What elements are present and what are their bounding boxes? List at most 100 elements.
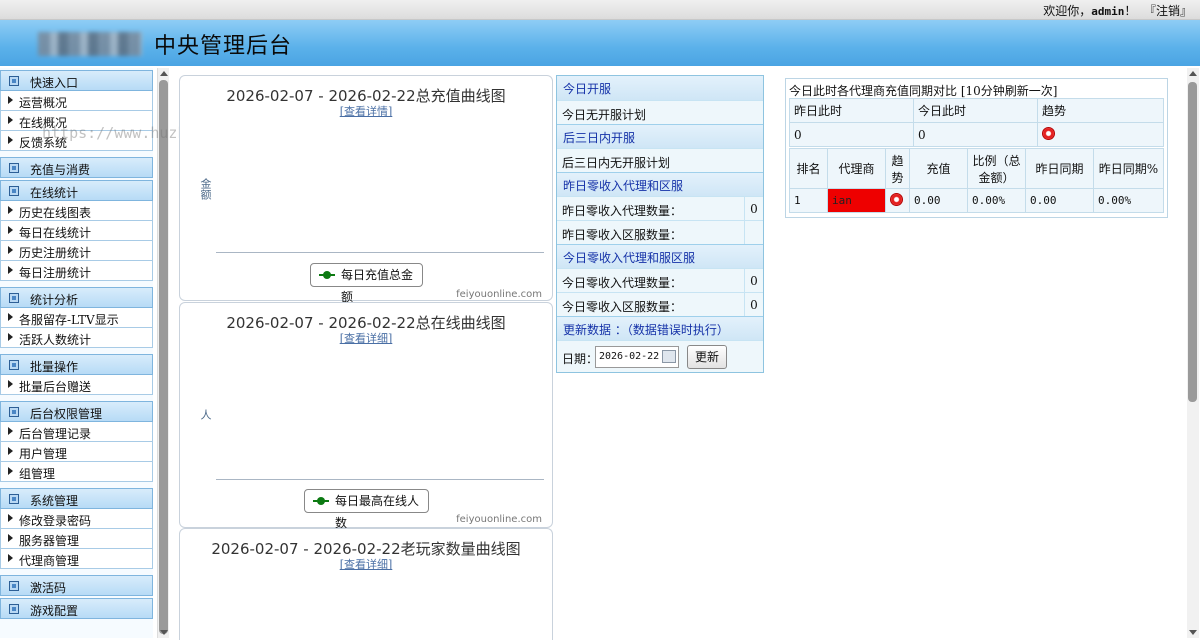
sidebar-group-batch[interactable]: 批量操作 (0, 354, 153, 375)
row-value: 0 (744, 269, 763, 292)
sidebar-group-recharge[interactable]: 充值与消费 (0, 157, 153, 178)
sidebar-group-activation-codes[interactable]: 激活码 (0, 575, 153, 596)
sidebar-item-daily-register[interactable]: 每日注册统计 (0, 261, 153, 281)
date-input[interactable]: 2026-02-22 (595, 346, 679, 368)
item-label: 反馈系统 (19, 136, 68, 150)
scroll-down-icon[interactable] (1189, 630, 1197, 635)
update-row: 日期： 2026-02-22 更新 (557, 340, 763, 372)
arrow-right-icon (8, 116, 13, 124)
column-header: 充值 (909, 148, 968, 189)
item-label: 批量后台赠送 (19, 380, 92, 394)
item-label: 活跃人数统计 (19, 333, 92, 347)
header-band: 中央管理后台 (0, 20, 1200, 66)
arrow-right-icon (8, 447, 13, 455)
today-zero-server-row: 今日零收入区服数量： 0 (557, 292, 763, 316)
summary-table: 昨日此时 今日此时 趋势 0 0 (789, 98, 1164, 147)
sidebar-group-system[interactable]: 系统管理 (0, 488, 153, 509)
column-header: 趋势 (885, 148, 910, 189)
group-label: 游戏配置 (30, 604, 79, 618)
group-label: 在线统计 (30, 186, 79, 200)
x-axis-line (216, 252, 544, 253)
arrow-right-icon (8, 266, 13, 274)
arrow-right-icon (8, 246, 13, 254)
folder-icon (9, 407, 19, 417)
view-details-link[interactable]: [查看详细] (180, 330, 552, 346)
sidebar-group-game-config[interactable]: 游戏配置 (0, 598, 153, 619)
logo (38, 32, 142, 56)
scroll-down-icon[interactable] (160, 630, 168, 635)
sidebar-item-group-management[interactable]: 组管理 (0, 462, 153, 482)
date-value: 2026-02-22 (599, 351, 660, 362)
view-details-link[interactable]: [查看详细] (180, 556, 552, 572)
item-label: 历史注册统计 (19, 246, 92, 260)
folder-icon (9, 604, 19, 614)
folder-icon (9, 293, 19, 303)
greeting: 欢迎你，admin！ 『注销』 (1043, 2, 1192, 19)
chart-legend[interactable]: 每日最高在线人数 (304, 489, 429, 530)
sidebar-group-quick[interactable]: 快速入口 (0, 70, 153, 91)
scroll-up-icon[interactable] (160, 71, 168, 76)
yesterday-zero-server-row: 昨日零收入区服数量： (557, 220, 763, 244)
sidebar-group-analysis[interactable]: 统计分析 (0, 287, 153, 308)
arrow-right-icon (8, 514, 13, 522)
main-scrollbar[interactable] (1187, 68, 1199, 638)
sidebar-item-daily-online[interactable]: 每日在线统计 (0, 221, 153, 241)
sidebar-item-agent-management[interactable]: 代理商管理 (0, 549, 153, 569)
scroll-up-icon[interactable] (1189, 71, 1197, 76)
sidebar-item-register-history[interactable]: 历史注册统计 (0, 241, 153, 261)
sidebar-item-online-history-chart[interactable]: 历史在线图表 (0, 201, 153, 221)
chart-legend[interactable]: 每日充值总金额 (310, 263, 423, 304)
x-axis-line (216, 479, 544, 480)
sidebar-item-server-management[interactable]: 服务器管理 (0, 529, 153, 549)
y-axis-label: 金额 (199, 178, 212, 200)
view-details-link[interactable]: [查看详情] (180, 103, 552, 119)
sidebar-group-online-stats[interactable]: 在线统计 (0, 180, 153, 201)
group-label: 快速入口 (30, 76, 79, 90)
sidebar-item-online-overview[interactable]: 在线概况 (0, 111, 153, 131)
three-days-header: 后三日内开服 (557, 124, 763, 148)
yesterday-zero-agent-row: 昨日零收入代理数量： 0 (557, 196, 763, 220)
sidebar-item-batch-gift[interactable]: 批量后台赠送 (0, 375, 153, 395)
today-zero-header: 今日零收入代理和服区服 (557, 244, 763, 268)
scrollbar-thumb[interactable] (1188, 82, 1197, 402)
calendar-icon[interactable] (662, 350, 676, 363)
sidebar-item-admin-log[interactable]: 后台管理记录 (0, 422, 153, 442)
summary-value: 0 (913, 122, 1038, 147)
sidebar: 快速入口 运营概况 在线概况 反馈系统 充值与消费 在线统计 历史在线图表 每日… (0, 68, 153, 638)
today-zero-agent-row: 今日零收入代理数量： 0 (557, 268, 763, 292)
arrow-right-icon (8, 313, 13, 321)
chart-credit: feiyouonline.com (456, 514, 542, 525)
scrollbar-thumb[interactable] (159, 80, 168, 634)
arrow-right-icon (8, 380, 13, 388)
sidebar-item-ops-overview[interactable]: 运营概况 (0, 91, 153, 111)
username: admin (1091, 5, 1125, 18)
arrow-right-icon (8, 206, 13, 214)
sidebar-item-retention-ltv[interactable]: 各服留存-LTV显示 (0, 308, 153, 328)
logout-link[interactable]: 『注销』 (1144, 4, 1192, 18)
group-label: 统计分析 (30, 293, 79, 307)
trend-icon (890, 192, 903, 206)
item-label: 在线概况 (19, 116, 68, 130)
recharge-cell: 0.00 (909, 188, 968, 213)
agent-ranking-table: 排名 代理商 趋势 充值 比例（总金额） 昨日同期 昨日同期% 1 ian 0.… (789, 148, 1164, 213)
yesterday-pct-cell: 0.00% (1093, 188, 1164, 213)
y-axis-label: 人 (199, 409, 212, 420)
sidebar-scrollbar[interactable] (157, 68, 169, 638)
item-label: 修改登录密码 (19, 514, 92, 528)
update-button[interactable]: 更新 (687, 345, 727, 369)
sidebar-item-user-management[interactable]: 用户管理 (0, 442, 153, 462)
chart-panel-recharge: 2026-02-07 - 2026-02-22总充值曲线图 [查看详情] 金额 … (179, 75, 553, 304)
server-info-panel: 今日开服 今日无开服计划 后三日内开服 后三日内无开服计划 昨日零收入代理和区服… (556, 75, 764, 373)
arrow-right-icon (8, 226, 13, 234)
sidebar-item-active-users[interactable]: 活跃人数统计 (0, 328, 153, 348)
trend-cell (885, 188, 910, 213)
chart-panel-online: 2026-02-07 - 2026-02-22总在线曲线图 [查看详细] 人 每… (179, 302, 553, 530)
sidebar-group-permissions[interactable]: 后台权限管理 (0, 401, 153, 422)
sidebar-item-change-password[interactable]: 修改登录密码 (0, 509, 153, 529)
three-days-text: 后三日内无开服计划 (562, 156, 671, 170)
legend-dot-icon (317, 497, 325, 505)
item-label: 组管理 (19, 467, 56, 481)
yesterday-zero-header: 昨日零收入代理和区服 (557, 172, 763, 196)
sidebar-item-feedback[interactable]: 反馈系统 (0, 131, 153, 151)
column-header: 昨日同期 (1025, 148, 1094, 189)
